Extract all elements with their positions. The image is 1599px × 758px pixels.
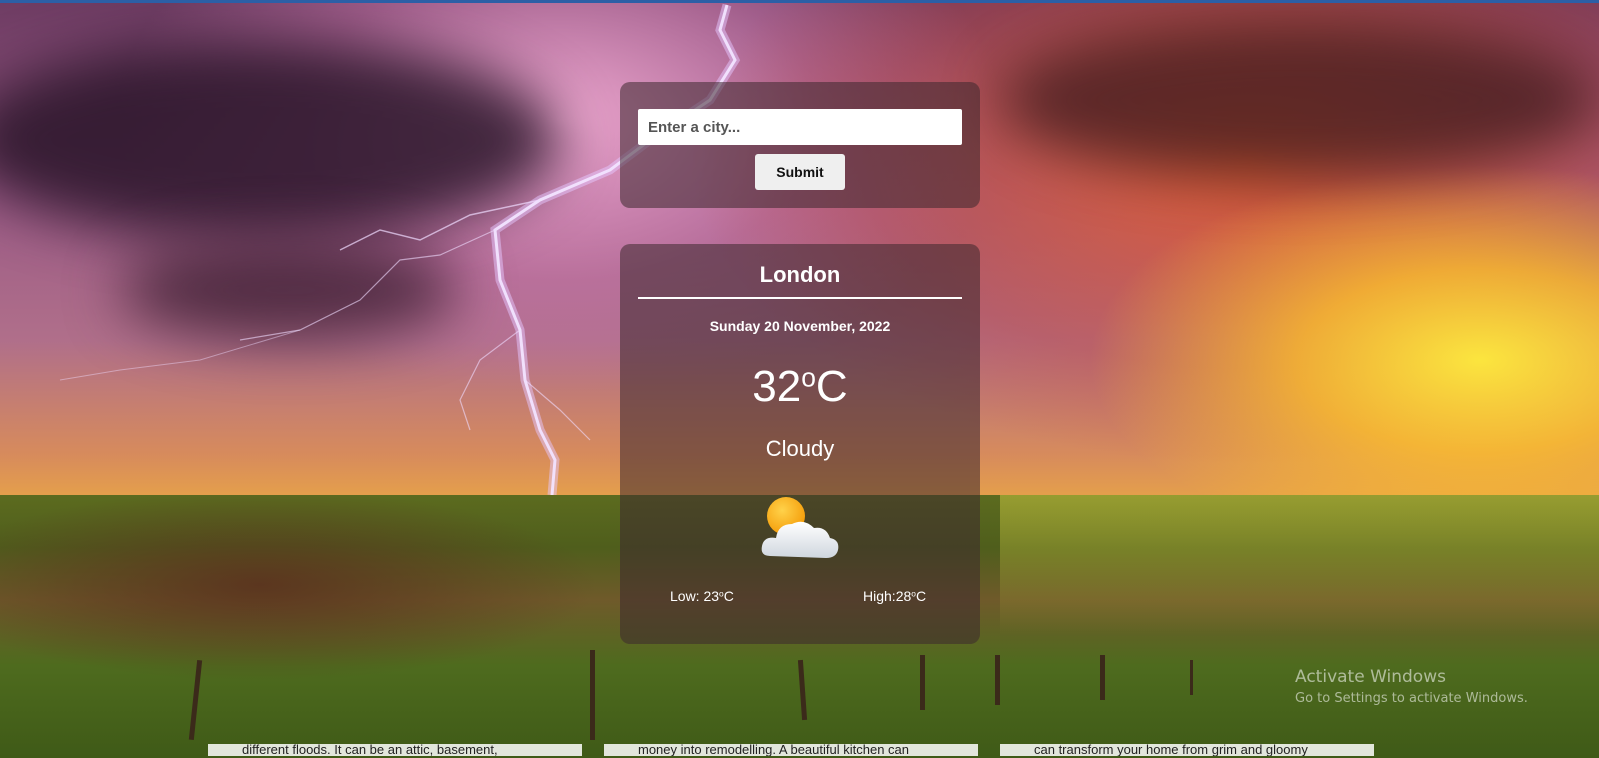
divider: [638, 297, 962, 299]
fence-post: [1100, 655, 1105, 700]
date-label: Sunday 20 November, 2022: [709, 318, 891, 334]
article-snippet: can transform your home from grim and gl…: [1000, 744, 1374, 756]
search-panel: Submit: [620, 82, 980, 208]
low-value: 23: [703, 588, 720, 604]
high-label: High:: [863, 588, 896, 604]
temperature-unit: C: [815, 362, 848, 411]
sunlit-field: [1000, 495, 1599, 635]
low-temperature: Low: 23oC: [670, 588, 734, 604]
partly-cloudy-icon: [761, 497, 839, 558]
fence-post: [590, 650, 595, 740]
city-name: London: [759, 262, 841, 287]
temperature: 32oC: [620, 362, 980, 412]
weather-condition: Cloudy: [765, 436, 835, 461]
temperature-value: 32: [752, 362, 802, 411]
high-temperature: High:28oC: [863, 588, 926, 604]
low-label: Low:: [670, 588, 704, 604]
city-search-input[interactable]: [638, 109, 962, 145]
article-snippet: money into remodelling. A beautiful kitc…: [604, 744, 978, 756]
low-unit: C: [723, 588, 734, 604]
watermark-title: Activate Windows: [1295, 667, 1446, 687]
window-top-border: [0, 0, 1599, 3]
windows-activation-watermark: Activate Windows Go to Settings to activ…: [1295, 667, 1528, 706]
fence-post: [920, 655, 925, 710]
article-snippet: different floods. It can be an attic, ba…: [208, 744, 582, 756]
watermark-subtitle: Go to Settings to activate Windows.: [1295, 691, 1528, 706]
fence-post: [1190, 660, 1193, 695]
fence-post: [995, 655, 1000, 705]
submit-button[interactable]: Submit: [755, 154, 845, 190]
high-value: 28: [895, 588, 912, 604]
high-unit: C: [915, 588, 927, 604]
degree-symbol: o: [801, 362, 816, 393]
weather-card: London Sunday 20 November, 2022 32oC Clo…: [620, 244, 980, 644]
